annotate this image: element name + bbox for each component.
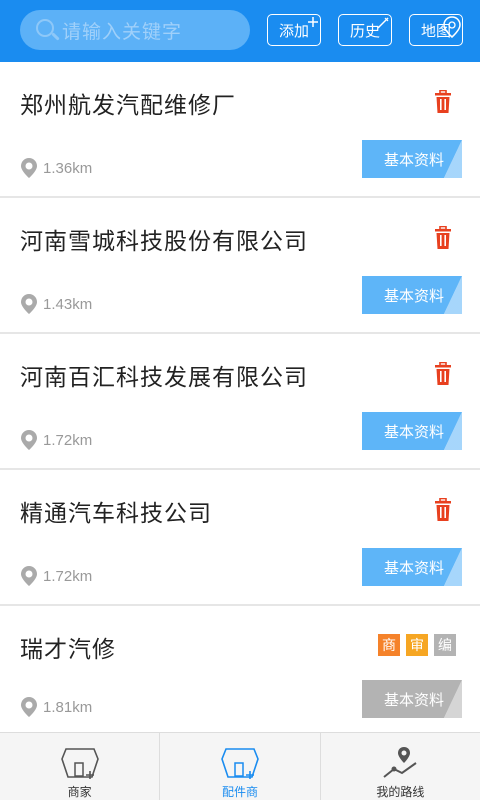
basic-info-button[interactable]: 基本资料 [362,140,462,178]
distance-row: 1.43km [20,293,92,315]
distance-row: 1.81km [20,696,92,718]
list-item[interactable]: 河南百汇科技发展有限公司 1.72km 基本资料 [0,334,480,470]
trash-icon[interactable] [433,90,453,114]
location-pin-icon [21,430,37,450]
search-input[interactable]: 请输入关键字 [20,10,250,50]
search-placeholder: 请输入关键字 [62,21,183,43]
basic-info-button[interactable]: 基本资料 [362,276,462,314]
status-tags: 商 审 编 [378,634,456,656]
pencil-icon [377,17,389,29]
tag-edit[interactable]: 编 [434,634,456,656]
basic-info-button[interactable]: 基本资料 [362,412,462,450]
merchant-name: 郑州航发汽配维修厂 [20,92,236,118]
location-pin-icon [21,566,37,586]
list-item[interactable]: 瑞才汽修 商 审 编 1.81km 基本资料 [0,606,480,732]
distance-row: 1.72km [20,429,92,451]
list-item[interactable]: 精通汽车科技公司 1.72km 基本资料 [0,470,480,606]
map-button[interactable]: 地图 [409,14,463,46]
add-button-label: 添加 [278,22,309,40]
trash-icon[interactable] [433,362,453,386]
distance-text: 1.43km [43,295,93,313]
history-button[interactable]: 历史 [338,14,392,46]
merchant-name: 河南百汇科技发展有限公司 [20,364,308,390]
merchant-name: 河南雪城科技股份有限公司 [20,228,308,254]
search-icon [34,17,60,43]
distance-text: 1.81km [43,698,93,716]
merchant-list: 郑州航发汽配维修厂 1.36km 基本资料 河南雪城科技股份有限公司 1.43k… [0,62,480,732]
plus-icon [308,17,318,27]
top-bar: 请输入关键字 添加 历史 地图 [0,0,480,62]
route-icon [383,747,417,778]
merchant-name: 瑞才汽修 [20,636,116,662]
distance-text: 1.36km [43,159,93,177]
store-icon [60,748,99,779]
distance-text: 1.72km [43,567,93,585]
location-pin-icon [21,697,37,717]
tag-merchant[interactable]: 商 [378,634,400,656]
nav-label: 我的路线 [376,785,425,799]
nav-item-merchants[interactable]: 商家 [0,733,161,800]
location-pin-icon [21,294,37,314]
trash-icon[interactable] [433,498,453,522]
nav-item-my-routes[interactable]: 我的路线 [321,733,480,800]
distance-row: 1.72km [20,565,92,587]
basic-info-button[interactable]: 基本资料 [362,680,462,718]
nav-item-parts-suppliers[interactable]: 配件商 [160,733,321,800]
basic-info-button[interactable]: 基本资料 [362,548,462,586]
add-button[interactable]: 添加 [267,14,321,46]
location-pin-icon [21,158,37,178]
bottom-nav: 商家 配件商 我的路线 [0,732,480,800]
location-icon [443,16,461,38]
distance-row: 1.36km [20,157,92,179]
merchant-name: 精通汽车科技公司 [20,500,212,526]
trash-icon[interactable] [433,226,453,250]
list-item[interactable]: 郑州航发汽配维修厂 1.36km 基本资料 [0,62,480,198]
tag-review[interactable]: 审 [406,634,428,656]
nav-label: 商家 [67,785,92,799]
list-item[interactable]: 河南雪城科技股份有限公司 1.43km 基本资料 [0,198,480,334]
nav-label: 配件商 [221,785,258,799]
distance-text: 1.72km [43,431,93,449]
parts-store-icon [221,748,259,779]
